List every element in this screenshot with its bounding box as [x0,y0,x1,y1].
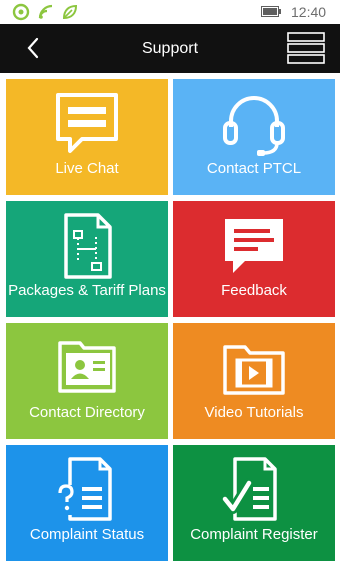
tile-label: Packages & Tariff Plans [8,282,166,299]
question-document-icon [56,457,112,521]
battery-icon [261,6,281,17]
tile-label: Contact Directory [29,404,145,421]
clock: 12:40 [291,4,327,20]
tile-label: Video Tutorials [204,404,304,421]
tile-label: Complaint Status [29,526,145,543]
wifi-signal-icon [38,4,53,19]
tile-feedback[interactable]: Feedback [173,201,335,317]
app-bar: Support [0,24,340,73]
headset-icon [223,96,285,156]
flow-chart-document-icon [64,213,112,279]
contact-card-icon [58,341,116,393]
tile-contact-directory[interactable]: Contact Directory [6,323,168,439]
tile-video-tutorials[interactable]: Video Tutorials [173,323,335,439]
tile-label: Feedback [221,282,287,299]
tile-label: Live Chat [55,160,119,177]
video-folder-icon [223,345,285,395]
support-tile-grid: Live Chat Contact PTCL Packages & Tariff… [6,79,335,561]
status-bar: 12:40 [0,0,340,24]
feedback-message-icon [225,219,283,273]
tile-complaint-register[interactable]: Complaint Register [173,445,335,561]
tile-complaint-status[interactable]: Complaint Status [6,445,168,561]
checkmark-document-icon [220,457,277,521]
app-notification-icon [12,3,30,21]
leaf-icon [62,4,78,20]
tile-contact-ptcl[interactable]: Contact PTCL [173,79,335,195]
list-menu-icon[interactable] [287,32,325,64]
tile-packages-tariff-plans[interactable]: Packages & Tariff Plans [6,201,168,317]
tile-label: Contact PTCL [206,160,302,177]
chat-bubble-icon [56,93,118,153]
tile-live-chat[interactable]: Live Chat [6,79,168,195]
tile-label: Complaint Register [190,526,318,543]
